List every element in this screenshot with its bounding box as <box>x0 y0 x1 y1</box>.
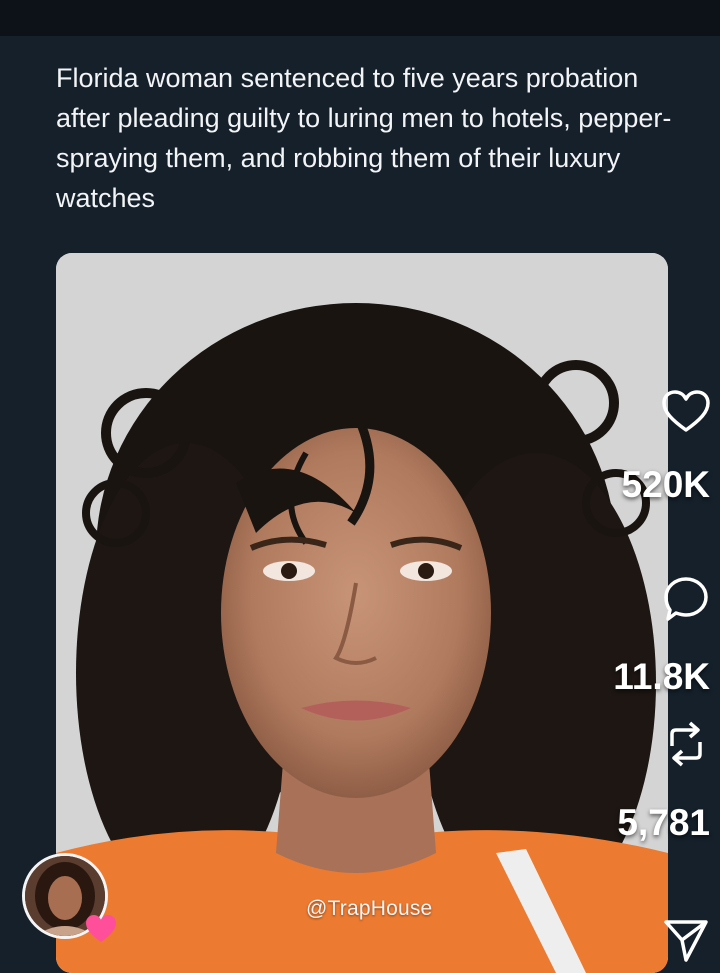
comment-button[interactable] <box>660 573 712 625</box>
paper-plane-icon <box>664 920 708 962</box>
post-text: Florida woman sentenced to five years pr… <box>56 63 672 213</box>
heart-badge-icon <box>86 915 116 942</box>
share-button[interactable] <box>660 914 712 966</box>
status-bar <box>0 0 720 36</box>
comment-count: 11.8K <box>613 656 710 697</box>
repost-button[interactable] <box>660 718 712 770</box>
repost-arrows-icon <box>670 721 702 767</box>
like-button[interactable] <box>660 386 712 438</box>
post-media[interactable]: @TrapHouse <box>56 253 668 973</box>
watermark-text: @TrapHouse <box>306 897 433 920</box>
repost-count: 5,781 <box>617 802 710 843</box>
photo-image <box>56 253 668 973</box>
heart-outline-icon <box>662 390 710 432</box>
like-count: 520K <box>621 464 710 505</box>
speech-bubble-icon <box>664 577 708 621</box>
